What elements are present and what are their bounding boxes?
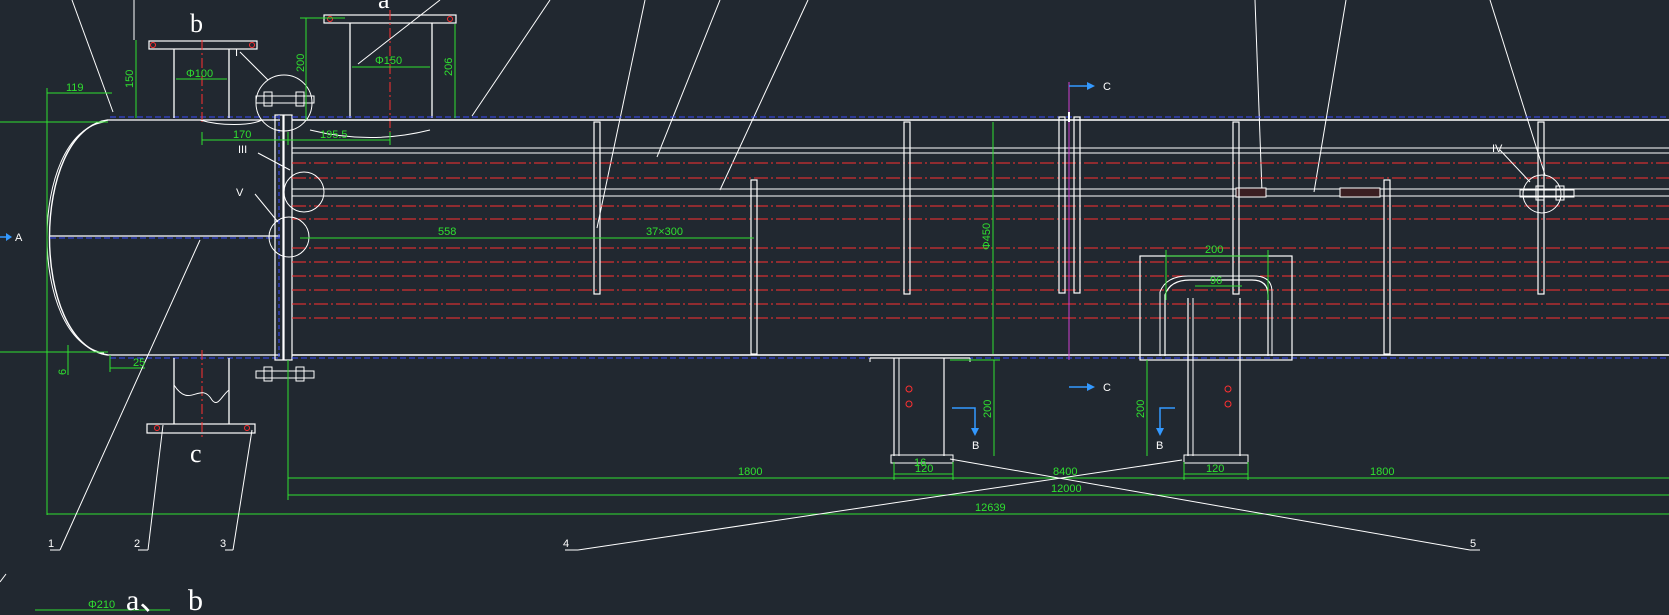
dim-phi450: Φ450 — [981, 223, 993, 250]
dim-120-right: 120 — [1206, 463, 1224, 475]
dim-200-box: 200 — [1205, 244, 1223, 256]
part-number-3: 3 — [220, 538, 226, 550]
dim-phi150: Φ150 — [375, 55, 402, 67]
part-number-5: 5 — [1470, 538, 1476, 550]
drawing-background — [0, 0, 1669, 615]
dim-200-saddle-left: 200 — [982, 400, 994, 418]
dim-119: 119 — [66, 82, 84, 94]
dim-200-saddle-right: 200 — [1135, 400, 1147, 418]
nozzle-a-label: a — [378, 0, 390, 14]
part-number-2: 2 — [134, 538, 140, 550]
section-b-left-label: B — [972, 440, 979, 452]
section-a-label: A — [15, 232, 23, 244]
dim-12000: 12000 — [1051, 483, 1082, 495]
dim-1800-left: 1800 — [738, 466, 762, 478]
dim-phi100: Φ100 — [186, 68, 213, 80]
section-b-right-label: B — [1156, 440, 1163, 452]
caption-a: a、 — [126, 584, 169, 615]
caption-b: b — [188, 584, 203, 615]
dim-195-5: 195.5 — [320, 129, 348, 141]
dim-pitch: 37×300 — [646, 226, 683, 238]
part-number-4: 4 — [563, 538, 569, 550]
detail-mark-iv: IV — [1492, 143, 1503, 155]
detail-mark-iii: III — [238, 144, 247, 156]
dim-96: 96 — [1210, 275, 1222, 287]
dim-150: 150 — [124, 70, 136, 88]
dim-phi210: Φ210 — [88, 599, 115, 611]
dim-6: 6 — [57, 369, 69, 375]
nozzle-b-label: b — [190, 9, 203, 38]
detail-mark-i: I — [235, 47, 238, 59]
dim-200-top: 200 — [295, 54, 307, 72]
dim-170: 170 — [233, 129, 251, 141]
dim-206: 206 — [443, 58, 455, 76]
part-number-1: 1 — [48, 538, 54, 550]
nozzle-c-label: c — [190, 439, 202, 468]
dim-558: 558 — [438, 226, 456, 238]
detail-mark-v: V — [236, 187, 244, 199]
dim-12639: 12639 — [975, 502, 1006, 514]
dim-8400: 8400 — [1053, 466, 1077, 478]
cad-drawing-canvas: b a c — [0, 0, 1669, 615]
section-c-bottom-label: C — [1103, 382, 1111, 394]
dim-25: 25 — [133, 357, 145, 369]
dim-16: 16 — [914, 457, 926, 469]
section-c-top-label: C — [1103, 81, 1111, 93]
dim-1800-right: 1800 — [1370, 466, 1394, 478]
